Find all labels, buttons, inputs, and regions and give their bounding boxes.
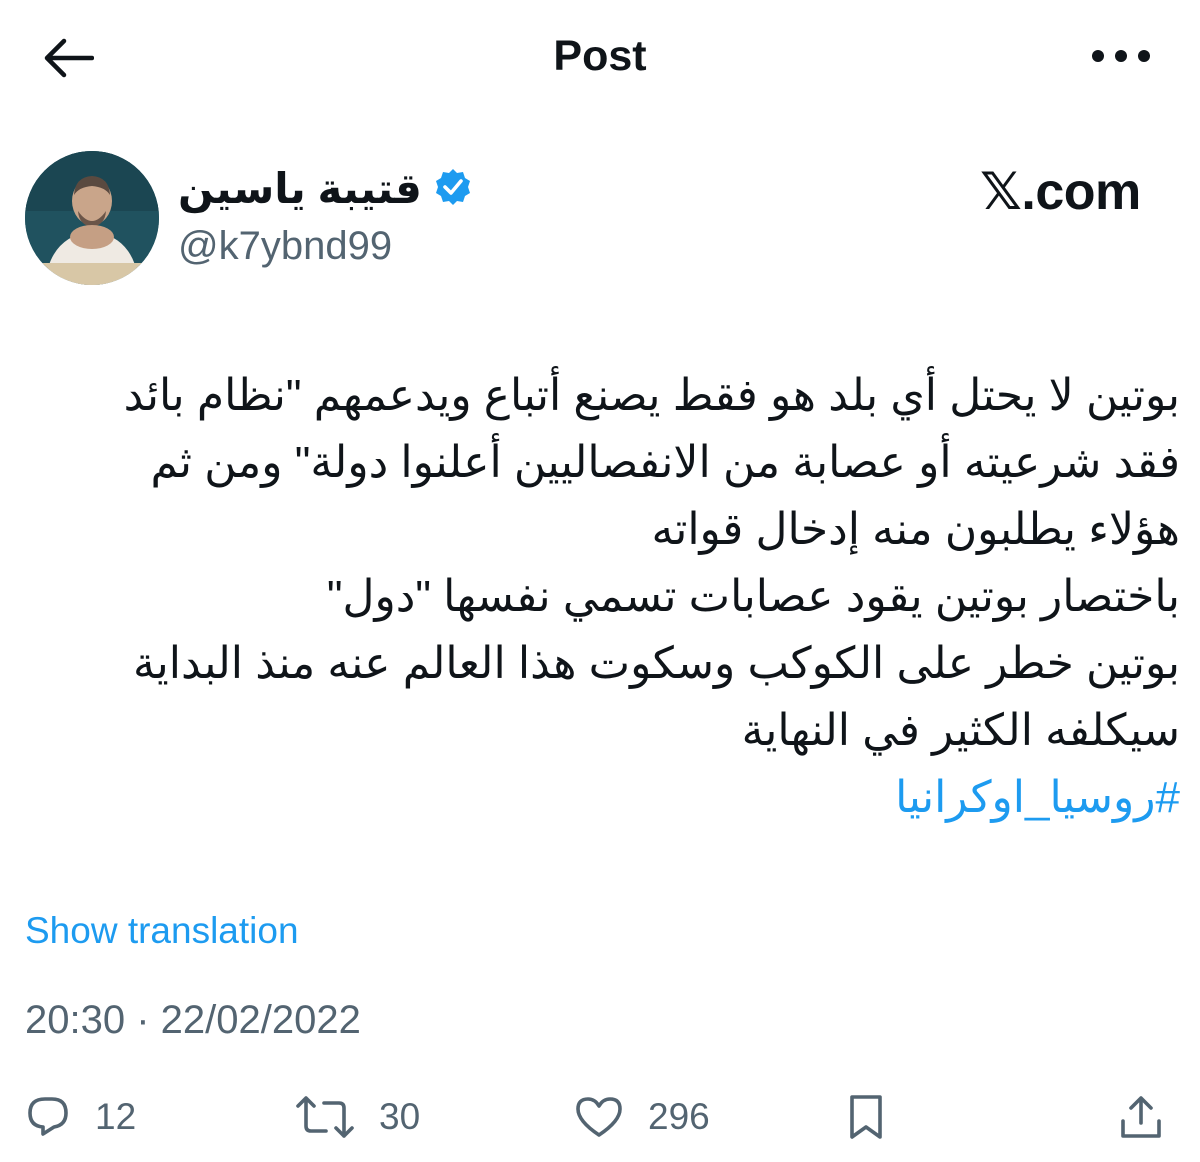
top-bar: Post — [0, 0, 1200, 115]
tweet-line: باختصار بوتين يقود عصابات تسمي نفسها "دو… — [326, 572, 1180, 621]
like-count: 296 — [648, 1096, 710, 1137]
avatar[interactable] — [25, 151, 159, 285]
bookmark-icon — [846, 1093, 886, 1141]
repost-button[interactable]: 30 — [295, 1082, 420, 1152]
more-horizontal-icon — [1091, 49, 1151, 63]
tweet-line: سيكلفه الكثير في النهاية — [741, 706, 1180, 755]
author-display-name[interactable]: قتيبة ياسين — [178, 164, 422, 213]
tweet-line: بوتين خطر على الكوكب وسكوت هذا العالم عن… — [132, 639, 1180, 688]
author-handle[interactable]: @k7ybnd99 — [178, 216, 578, 276]
x-com-watermark: 𝕏.com — [980, 163, 1141, 221]
tweet-text: بوتين لا يحتل أي بلد هو فقط يصنع أتباع و… — [20, 362, 1180, 831]
action-bar: 12 30 296 — [0, 1082, 1200, 1152]
verified-badge-icon[interactable] — [432, 167, 474, 209]
more-options-button[interactable] — [1076, 30, 1166, 82]
heart-icon — [574, 1094, 624, 1140]
page-title: Post — [553, 32, 647, 80]
reply-icon — [25, 1094, 71, 1140]
repost-icon — [295, 1094, 355, 1140]
tweet-line: بوتين لا يحتل أي بلد هو فقط يصنع أتباع و… — [123, 371, 1180, 420]
share-button[interactable] — [1118, 1082, 1164, 1152]
name-row: قتيبة ياسين — [178, 160, 578, 216]
author-info: قتيبة ياسين @k7ybnd99 — [178, 160, 578, 276]
like-button[interactable]: 296 — [574, 1082, 710, 1152]
tweet-timestamp[interactable]: 20:30 · 22/02/2022 — [25, 998, 361, 1043]
share-icon — [1118, 1093, 1164, 1141]
bookmark-button[interactable] — [846, 1082, 886, 1152]
show-translation-link[interactable]: Show translation — [25, 910, 299, 952]
reply-count: 12 — [95, 1096, 137, 1137]
tweet-line: هؤلاء يطلبون منه إدخال قواته — [651, 505, 1181, 554]
hashtag-link[interactable]: #روسيا_اوكرانيا — [20, 764, 1180, 831]
repost-count: 30 — [379, 1096, 421, 1137]
reply-button[interactable]: 12 — [25, 1082, 136, 1152]
tweet-line: فقد شرعيته أو عصابة من الانفصاليين أعلنو… — [150, 438, 1180, 487]
